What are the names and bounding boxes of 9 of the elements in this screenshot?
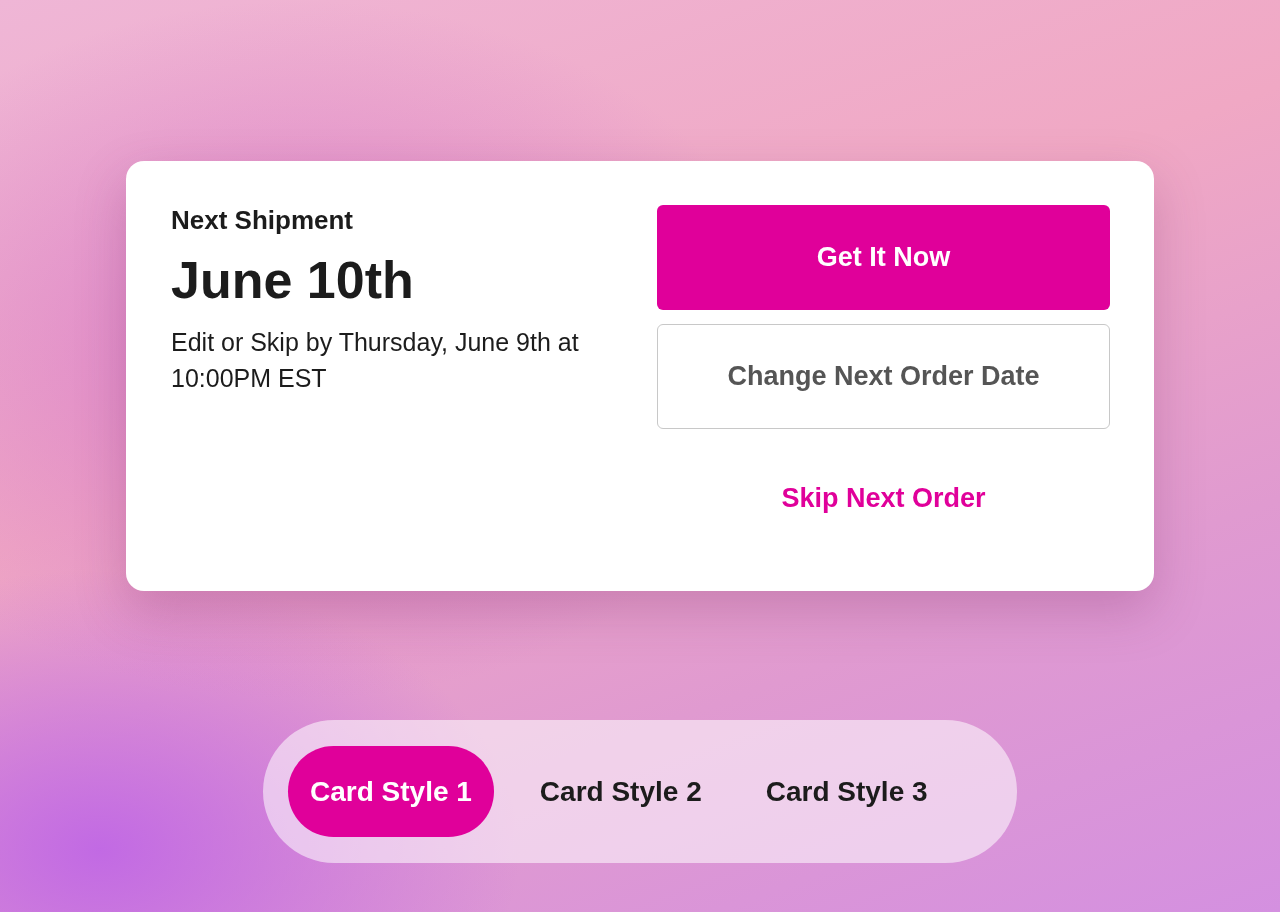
style-tab[interactable]: Card Style 1 <box>288 746 494 837</box>
get-it-now-button[interactable]: Get It Now <box>657 205 1110 310</box>
change-date-button[interactable]: Change Next Order Date <box>657 324 1110 429</box>
shipment-date: June 10th <box>171 250 415 310</box>
deadline-text: Edit or Skip by Thursday, June 9th at 10:00PM EST <box>171 327 580 394</box>
style-tab[interactable]: Card Style 3 <box>743 746 950 837</box>
shipment-label: Next Shipment <box>171 205 355 236</box>
skip-order-link[interactable]: Skip Next Order <box>781 483 986 514</box>
style-tab[interactable]: Card Style 2 <box>517 746 724 837</box>
